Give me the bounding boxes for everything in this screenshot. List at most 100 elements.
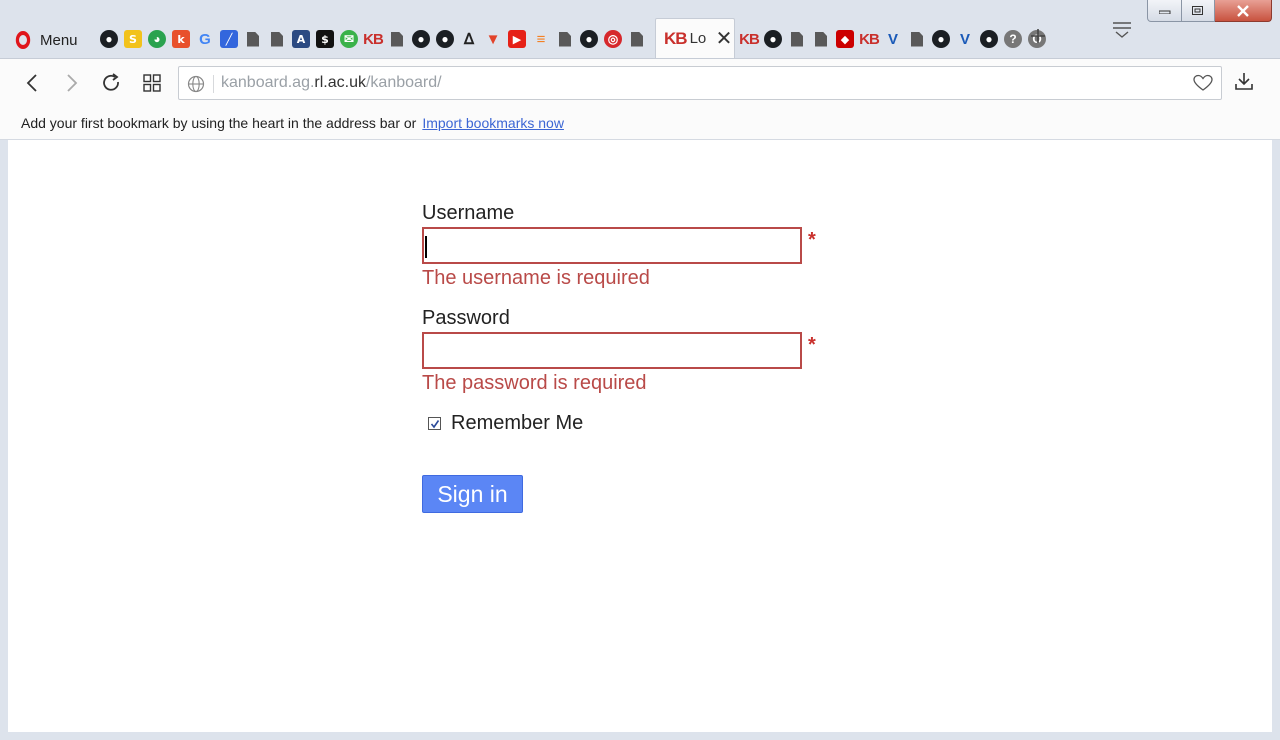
menu-label: Menu <box>40 31 78 49</box>
blue-square-icon: A <box>292 30 310 48</box>
login-form: Username * The username is required Pass… <box>422 202 842 513</box>
heart-icon[interactable] <box>1193 74 1213 92</box>
document-icon <box>559 31 571 47</box>
remember-me-row: Remember Me <box>428 412 842 435</box>
password-label: Password <box>422 307 510 329</box>
url-path: /kanboard/ <box>365 74 442 91</box>
red-circle-icon: ◎ <box>604 30 622 48</box>
document-icon <box>911 31 923 47</box>
document-icon <box>391 31 403 47</box>
github-icon: ● <box>580 30 598 48</box>
active-tab[interactable]: KB Lo ✕ <box>655 18 735 58</box>
github-icon: ● <box>932 30 950 48</box>
bookmark-hint-bar: Add your first bookmark by using the hea… <box>0 106 1280 140</box>
remember-me-checkbox[interactable] <box>428 417 441 430</box>
after-tab-6[interactable]: V <box>882 29 904 49</box>
before-tab-17[interactable]: ▶ <box>506 29 528 49</box>
address-toolbar: kanboard.ag.rl.ac.uk/kanboard/ <box>0 58 1280 106</box>
before-tab-2[interactable]: ◕ <box>146 29 168 49</box>
before-tab-15[interactable]: ᐃ <box>458 29 480 49</box>
before-tab-4[interactable]: G <box>194 29 216 49</box>
before-tab-9[interactable]: $ <box>314 29 336 49</box>
before-tab-0[interactable]: ● <box>98 29 120 49</box>
before-tab-10[interactable]: ✉ <box>338 29 360 49</box>
tab-menu-icon <box>1113 22 1131 38</box>
after-tab-9[interactable]: V <box>954 29 976 49</box>
after-tab-11[interactable]: ? <box>1002 29 1024 49</box>
tabs-after-active: KB ● ◆ KB V ● V ●? O <box>738 28 1050 50</box>
password-row: * <box>422 332 842 369</box>
download-icon <box>1235 73 1253 90</box>
before-tab-12[interactable] <box>386 29 408 49</box>
after-tab-5[interactable]: KB <box>858 29 880 49</box>
forward-button[interactable] <box>60 71 84 95</box>
before-tab-19[interactable] <box>554 29 576 49</box>
sharelatex-icon: S <box>124 30 142 48</box>
document-icon <box>247 31 259 47</box>
username-error: The username is required <box>422 267 650 289</box>
bookmark-hint-text: Add your first bookmark by using the hea… <box>21 114 417 131</box>
before-tab-5[interactable]: ╱ <box>218 29 240 49</box>
username-input[interactable] <box>422 227 802 264</box>
import-bookmarks-link[interactable]: Import bookmarks now <box>422 115 564 131</box>
password-required-marker: * <box>808 334 816 356</box>
before-tab-16[interactable]: ▼ <box>482 29 504 49</box>
github-icon: ● <box>436 30 454 48</box>
after-tab-1[interactable]: ● <box>762 29 784 49</box>
gitlab-icon: ▼ <box>485 30 501 48</box>
before-tab-1[interactable]: S <box>122 29 144 49</box>
after-tab-4[interactable]: ◆ <box>834 29 856 49</box>
address-bar[interactable]: kanboard.ag.rl.ac.uk/kanboard/ <box>178 66 1222 100</box>
username-required-marker: * <box>808 229 816 251</box>
before-tab-7[interactable] <box>266 29 288 49</box>
text-caret <box>425 236 427 258</box>
before-tab-14[interactable]: ● <box>434 29 456 49</box>
after-tab-0[interactable]: KB <box>738 29 760 49</box>
before-tab-6[interactable] <box>242 29 264 49</box>
opera-menu-button[interactable]: Menu <box>14 28 78 52</box>
active-tab-title: Lo <box>689 30 706 47</box>
url-text[interactable]: kanboard.ag.rl.ac.uk/kanboard/ <box>221 74 442 92</box>
after-tab-3[interactable] <box>810 29 832 49</box>
forward-arrow-icon <box>67 74 78 92</box>
new-tab-button[interactable] <box>1029 26 1047 50</box>
document-icon <box>815 31 827 47</box>
tab-menu-button[interactable] <box>1112 20 1132 45</box>
url-subdomain: kanboard.ag. <box>221 74 315 91</box>
before-tab-21[interactable]: ◎ <box>602 29 624 49</box>
downloads-button[interactable] <box>1234 71 1254 96</box>
redhat-icon: ◆ <box>836 30 854 48</box>
before-tab-18[interactable]: ≡ <box>530 29 552 49</box>
back-button[interactable] <box>20 71 44 95</box>
username-row: * <box>422 227 842 264</box>
password-input[interactable] <box>422 332 802 369</box>
after-tab-8[interactable]: ● <box>930 29 952 49</box>
after-tab-2[interactable] <box>786 29 808 49</box>
kanboard-icon: KB <box>859 30 880 48</box>
sign-in-button[interactable]: Sign in <box>422 475 523 513</box>
question-icon: ? <box>1004 30 1022 48</box>
youtube-icon: ▶ <box>508 30 526 48</box>
before-tab-20[interactable]: ● <box>578 29 600 49</box>
k-icon: k <box>172 30 190 48</box>
minimize-icon <box>1158 10 1170 14</box>
url-domain: rl.ac.uk <box>314 74 366 91</box>
speed-dial-button[interactable] <box>140 71 164 95</box>
globe-icon <box>187 75 205 93</box>
dollar-icon: $ <box>316 30 334 48</box>
before-tab-13[interactable]: ● <box>410 29 432 49</box>
reload-button[interactable] <box>100 71 124 95</box>
close-icon <box>1237 4 1249 17</box>
before-tab-3[interactable]: k <box>170 29 192 49</box>
github-icon: ● <box>764 30 782 48</box>
before-tab-8[interactable]: A <box>290 29 312 49</box>
tabs-before-active: ● S ◕ k G ╱ A $ ✉ KB ● ● ᐃ ▼ ▶ ≡ ● ◎ <box>98 28 650 50</box>
after-tab-7[interactable] <box>906 29 928 49</box>
v-icon: V <box>887 30 898 48</box>
before-tab-22[interactable] <box>626 29 648 49</box>
after-tab-10[interactable]: ● <box>978 29 1000 49</box>
page-content: Username * The username is required Pass… <box>8 140 1272 732</box>
url-separator <box>213 75 214 93</box>
tab-close-icon[interactable]: ✕ <box>716 29 733 49</box>
before-tab-11[interactable]: KB <box>362 29 384 49</box>
